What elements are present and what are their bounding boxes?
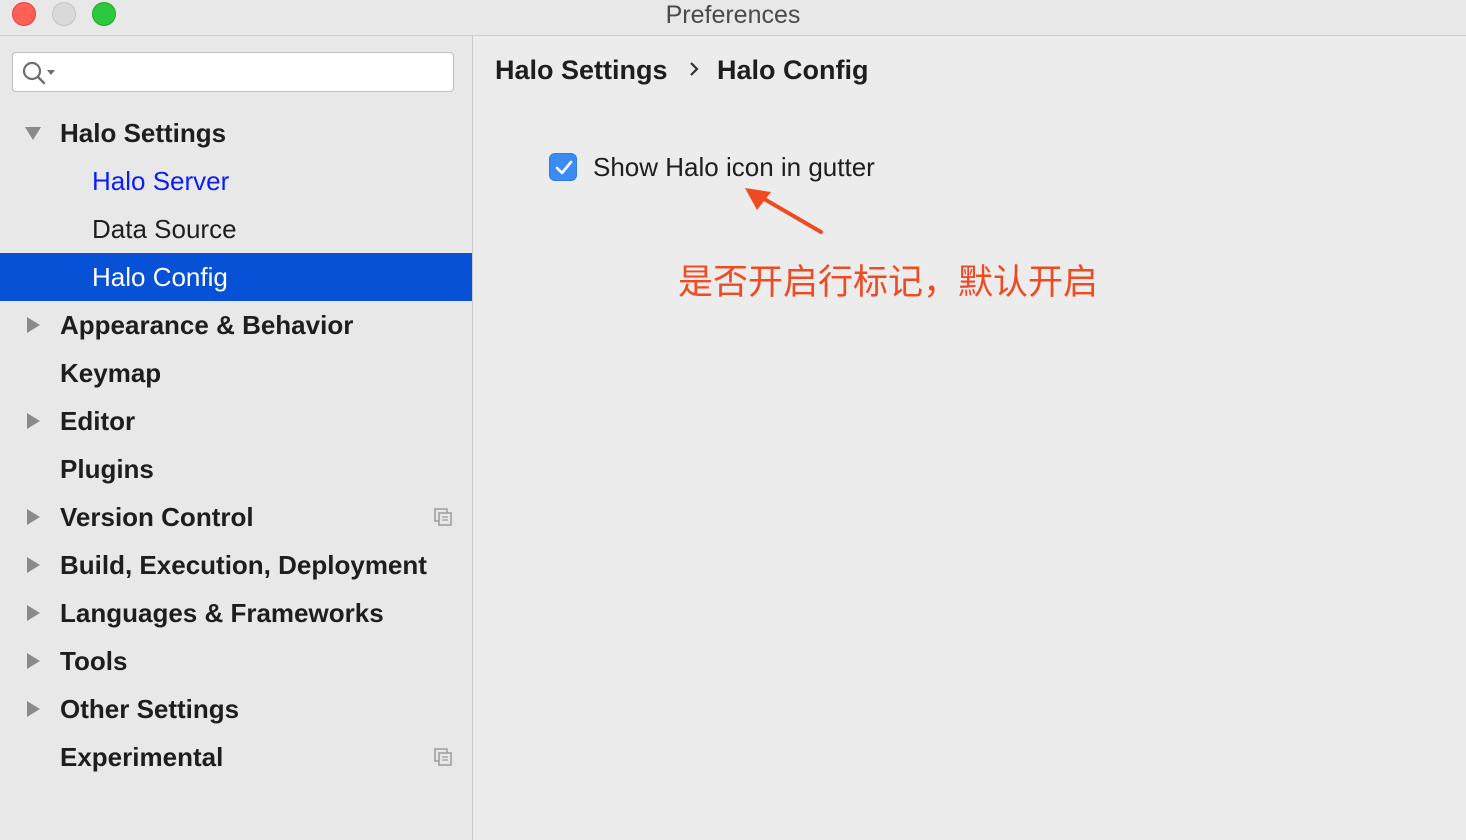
title-bar: Preferences [0,0,1466,36]
sidebar-item-label: Halo Config [92,262,228,292]
triangle-right-icon[interactable] [24,700,42,718]
sidebar-item-label: Halo Server [92,166,230,196]
sidebar-item-label: Halo Settings [60,118,227,148]
project-settings-icon [434,748,452,766]
annotation-arrow-icon [745,188,823,234]
chevron-right-icon [690,62,699,76]
search-input[interactable] [61,57,445,89]
sidebar-item-label: Other Settings [60,694,240,724]
triangle-right-icon[interactable] [24,652,42,670]
sidebar-item-label: Experimental [60,742,224,772]
sidebar-item-label: Tools [60,646,128,676]
sidebar-item-plugins[interactable]: Plugins [0,445,472,493]
show-gutter-icon-checkbox[interactable] [549,153,577,181]
sidebar-item-label: Build, Execution, Deployment [60,550,427,580]
preferences-window: Preferences Halo Settings Halo Server Da… [0,0,1466,840]
settings-content: Halo Settings Halo Config Show Halo icon… [473,36,1466,840]
sidebar-item-label: Editor [60,406,136,436]
sidebar-item-halo-server[interactable]: Halo Server [0,157,472,205]
window-title: Preferences [665,1,801,29]
sidebar-item-label: Languages & Frameworks [60,598,384,628]
show-gutter-icon-label[interactable]: Show Halo icon in gutter [593,149,875,185]
checkmark-icon [555,160,573,175]
sidebar-item-build-execution-deployment[interactable]: Build, Execution, Deployment [0,541,472,589]
triangle-right-icon[interactable] [24,604,42,622]
sidebar-item-halo-settings[interactable]: Halo Settings [0,109,472,157]
breadcrumb-current: Halo Config [717,55,869,85]
sidebar-item-tools[interactable]: Tools [0,637,472,685]
sidebar-item-languages-frameworks[interactable]: Languages & Frameworks [0,589,472,637]
sidebar-item-label: Plugins [60,454,154,484]
sidebar-item-appearance-behavior[interactable]: Appearance & Behavior [0,301,472,349]
triangle-down-icon[interactable] [24,124,42,142]
project-settings-icon [434,508,452,526]
sidebar-item-label: Data Source [92,214,237,244]
sidebar-item-editor[interactable]: Editor [0,397,472,445]
sidebar-item-data-source[interactable]: Data Source [0,205,472,253]
triangle-right-icon[interactable] [24,316,42,334]
breadcrumb-parent[interactable]: Halo Settings [495,50,668,90]
annotation-text: 是否开启行标记，默认开启 [678,263,1099,303]
sidebar-item-halo-config[interactable]: Halo Config [0,253,472,301]
sidebar-item-label: Appearance & Behavior [60,310,354,340]
sidebar-item-other-settings[interactable]: Other Settings [0,685,472,733]
triangle-right-icon[interactable] [24,412,42,430]
search-icon [22,61,55,85]
triangle-right-icon[interactable] [24,556,42,574]
search-field[interactable] [12,52,454,92]
sidebar-item-keymap[interactable]: Keymap [0,349,472,397]
sidebar-item-label: Version Control [60,502,254,532]
sidebar-item-experimental[interactable]: Experimental [0,733,472,781]
triangle-right-icon[interactable] [24,508,42,526]
settings-sidebar: Halo Settings Halo Server Data Source Ha… [0,36,473,840]
sidebar-item-label: Keymap [60,358,162,388]
sidebar-item-version-control[interactable]: Version Control [0,493,472,541]
